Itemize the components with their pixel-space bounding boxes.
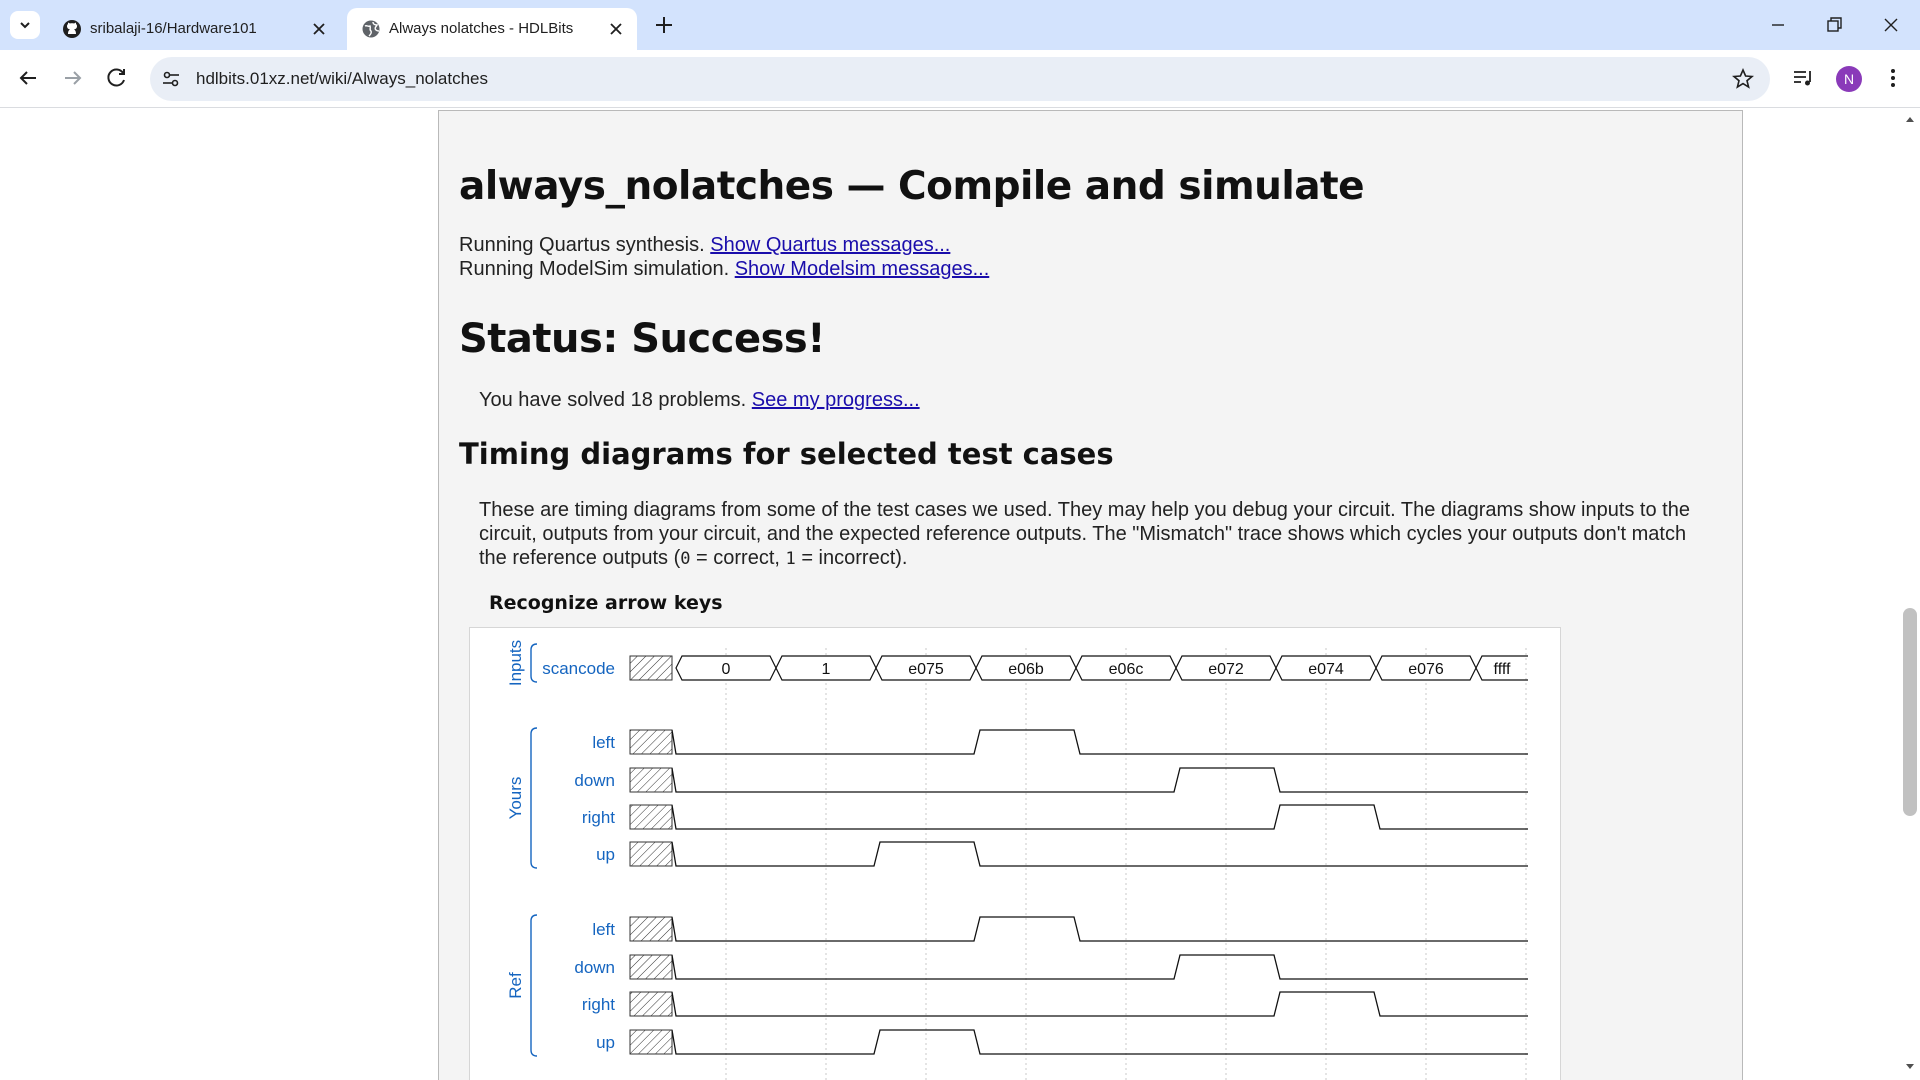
signal-label: right	[582, 808, 615, 827]
signal-label: right	[582, 995, 615, 1014]
bus-value-label: e076	[1408, 661, 1444, 678]
browser-toolbar: hdlbits.01xz.net/wiki/Always_nolatches	[0, 50, 1920, 108]
globe-icon	[362, 20, 380, 38]
tab-title: sribalaji-16/Hardware101	[90, 20, 257, 37]
bus-value-label: 0	[722, 661, 731, 678]
tab-hardware101[interactable]: sribalaji-16/Hardware101	[48, 8, 340, 50]
ref-group-label: Ref	[506, 972, 525, 999]
undefined-region	[629, 767, 673, 793]
solved-count-line: You have solved 18 problems. See my prog…	[479, 389, 920, 412]
close-window-icon[interactable]	[1876, 10, 1906, 40]
quartus-status-line: Running Quartus synthesis. Show Quartus …	[459, 234, 950, 257]
reload-icon[interactable]	[103, 64, 131, 92]
signal-label: left	[592, 920, 615, 939]
forward-icon[interactable]	[59, 64, 87, 92]
page-viewport: always_nolatches — Compile and simulate …	[0, 108, 1920, 1080]
site-settings-icon[interactable]	[160, 68, 182, 90]
quartus-status-text: Running Quartus synthesis.	[459, 234, 705, 256]
signal-trace	[671, 1029, 1528, 1055]
signal-trace	[671, 916, 1528, 942]
signal-label: down	[574, 958, 615, 977]
signal-trace	[671, 841, 1528, 867]
signal-label: scancode	[542, 659, 615, 678]
undefined-region	[629, 804, 673, 830]
show-modelsim-messages-link[interactable]: Show Modelsim messages...	[735, 258, 990, 280]
undefined-region	[629, 916, 673, 942]
scroll-down-arrow-icon[interactable]	[1903, 1062, 1917, 1072]
bus-value-label: e074	[1308, 661, 1344, 678]
tab-always-nolatches[interactable]: Always nolatches - HDLBits	[347, 8, 637, 50]
test-case-title: Recognize arrow keys	[489, 592, 723, 614]
signal-trace	[671, 767, 1528, 793]
inputs-bracket	[530, 643, 538, 683]
address-bar[interactable]: hdlbits.01xz.net/wiki/Always_nolatches	[150, 57, 1770, 101]
bus-value-label: 1	[822, 661, 831, 678]
modelsim-status-line: Running ModelSim simulation. Show Models…	[459, 258, 989, 281]
status-heading: Status: Success!	[459, 316, 825, 362]
solved-count-text: You have solved 18 problems.	[479, 389, 747, 411]
signal-trace	[671, 991, 1528, 1017]
timing-diagram-svg: Inputs Yours Ref scancode 0 1 e075 e06b e06c e07…	[506, 640, 1528, 1080]
bus-value-label: e06c	[1109, 661, 1144, 678]
chevron-down-icon	[20, 22, 30, 29]
bus-value-label: ffff	[1494, 661, 1511, 678]
undefined-region	[629, 1029, 673, 1055]
incorrect-code: 1	[785, 549, 796, 569]
scrollbar-thumb[interactable]	[1903, 608, 1917, 816]
page-title: always_nolatches — Compile and simulate	[459, 164, 1365, 209]
undefined-region	[629, 954, 673, 980]
bus-value-label: e06b	[1008, 661, 1044, 678]
scroll-up-arrow-icon[interactable]	[1903, 114, 1917, 124]
ref-bracket	[530, 914, 538, 1057]
description-text: = correct,	[690, 547, 786, 569]
signal-trace	[671, 804, 1528, 830]
signal-trace	[671, 954, 1528, 980]
inputs-group-label: Inputs	[506, 640, 525, 686]
undefined-region	[629, 991, 673, 1017]
more-menu-icon[interactable]	[1880, 65, 1906, 91]
bookmark-star-icon[interactable]	[1732, 68, 1754, 90]
signal-trace	[671, 729, 1528, 755]
signal-label: down	[574, 771, 615, 790]
github-icon	[63, 20, 81, 38]
restore-icon[interactable]	[1819, 10, 1849, 40]
minimize-icon[interactable]	[1763, 10, 1793, 40]
media-control-icon[interactable]	[1791, 65, 1817, 91]
description-text: These are timing diagrams from some of t…	[479, 499, 1690, 569]
close-icon[interactable]	[607, 20, 625, 38]
bus-value-label: e072	[1208, 661, 1244, 678]
modelsim-status-text: Running ModelSim simulation.	[459, 258, 730, 280]
yours-bracket	[530, 727, 538, 869]
url-text[interactable]: hdlbits.01xz.net/wiki/Always_nolatches	[196, 69, 488, 89]
new-tab-icon[interactable]	[652, 13, 676, 37]
see-my-progress-link[interactable]: See my progress...	[752, 389, 920, 411]
undefined-region	[629, 729, 673, 755]
signal-label: left	[592, 733, 615, 752]
close-icon[interactable]	[310, 20, 328, 38]
signal-label: up	[596, 1033, 615, 1052]
bus-value-label: e075	[908, 661, 944, 678]
back-icon[interactable]	[14, 64, 42, 92]
correct-code: 0	[680, 549, 691, 569]
undefined-region	[629, 655, 673, 681]
timing-description: These are timing diagrams from some of t…	[479, 498, 1719, 571]
undefined-region	[629, 841, 673, 867]
page-scrollbar[interactable]	[1900, 108, 1920, 1080]
description-text: = incorrect).	[795, 547, 908, 569]
tab-bar: sribalaji-16/Hardware101 Always nolatche…	[0, 0, 1920, 50]
profile-avatar[interactable]: N	[1836, 66, 1862, 92]
timing-diagram: Inputs Yours Ref scancode 0 1 e075 e06b e06c e07…	[469, 627, 1561, 1080]
show-quartus-messages-link[interactable]: Show Quartus messages...	[710, 234, 950, 256]
tab-search-button[interactable]	[10, 11, 40, 39]
signal-label: up	[596, 845, 615, 864]
yours-group-label: Yours	[506, 777, 525, 820]
tab-title: Always nolatches - HDLBits	[389, 20, 574, 37]
timing-diagrams-heading: Timing diagrams for selected test cases	[459, 437, 1114, 471]
